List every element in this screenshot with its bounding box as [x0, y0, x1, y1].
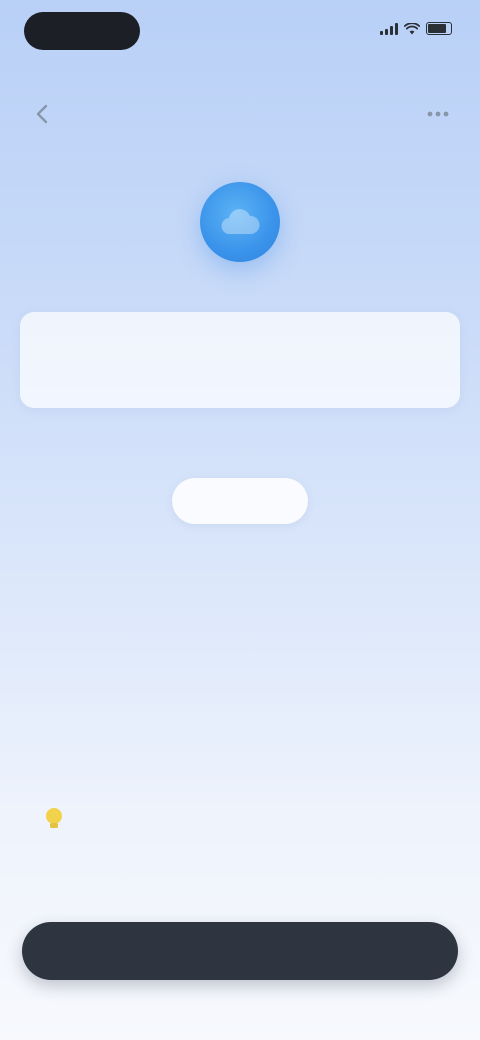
- more-icon: [427, 111, 449, 117]
- secondary-button[interactable]: [172, 478, 308, 524]
- nav-bar: [0, 92, 480, 132]
- wifi-icon: [404, 22, 420, 34]
- signal-icon: [380, 22, 398, 35]
- tip-section: [36, 800, 446, 890]
- cloud-icon: [221, 209, 260, 235]
- more-button[interactable]: [422, 98, 454, 130]
- battery-icon: [426, 22, 452, 35]
- status-bar: [0, 0, 480, 62]
- primary-button[interactable]: [22, 922, 458, 980]
- info-card: [20, 312, 460, 408]
- lightbulb-icon: [42, 806, 66, 830]
- chevron-left-icon: [36, 104, 48, 124]
- status-time-pill: [24, 12, 140, 50]
- app-logo-icon: [200, 182, 280, 262]
- back-button[interactable]: [26, 98, 58, 130]
- status-icons: [380, 22, 452, 35]
